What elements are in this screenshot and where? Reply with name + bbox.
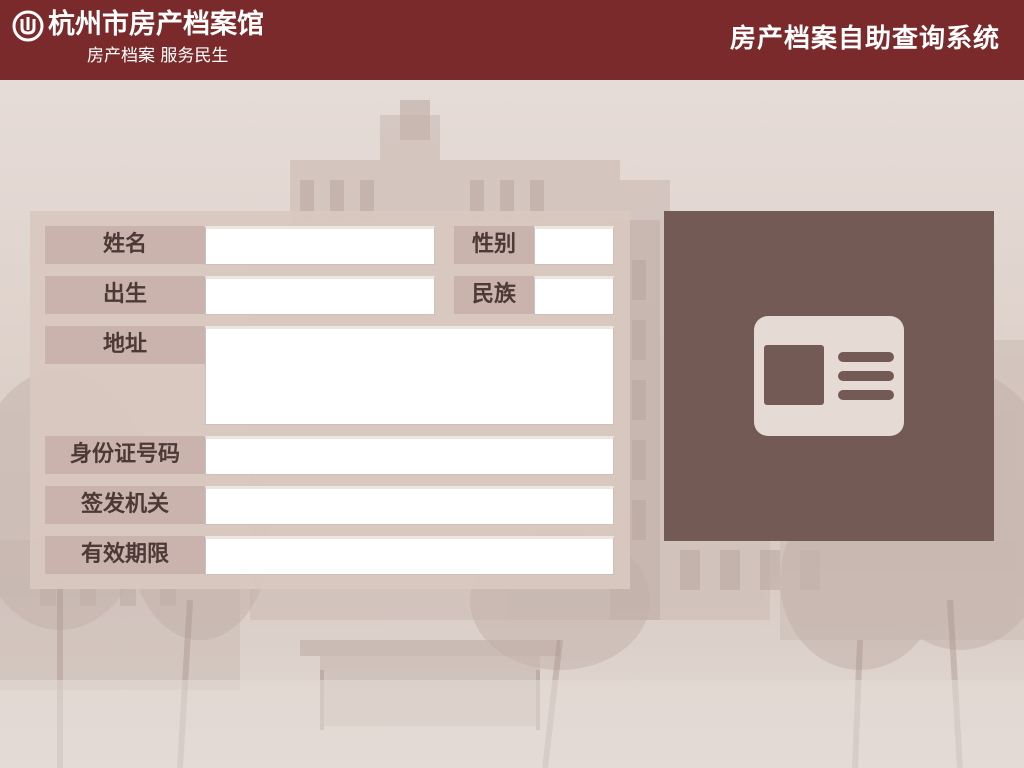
issuer-label: 签发机关 <box>45 486 205 524</box>
birth-field[interactable] <box>205 276 435 315</box>
validity-field[interactable] <box>205 536 614 575</box>
id-number-field[interactable] <box>205 436 614 475</box>
header-bar: 杭州市房产档案馆 房产档案 服务民生 房产档案自助查询系统 <box>0 0 1024 80</box>
archive-slogan: 房产档案 服务民生 <box>87 46 229 66</box>
birth-label: 出生 <box>45 276 205 314</box>
id-number-label: 身份证号码 <box>45 436 205 474</box>
id-card-reader-panel[interactable] <box>664 211 994 541</box>
issuer-field[interactable] <box>205 486 614 525</box>
archive-name: 杭州市房产档案馆 <box>48 9 264 40</box>
validity-label: 有效期限 <box>45 536 205 574</box>
name-field[interactable] <box>205 226 435 265</box>
id-info-form-panel: 姓名 性别 出生 民族 地址 身份证号码 签发机关 有效期限 <box>30 211 630 589</box>
gender-field[interactable] <box>534 226 614 265</box>
address-field[interactable] <box>205 326 614 425</box>
id-card-icon <box>754 316 904 436</box>
archive-logo-icon <box>12 10 44 42</box>
address-label: 地址 <box>45 326 205 364</box>
ethnicity-label: 民族 <box>454 276 534 314</box>
system-title: 房产档案自助查询系统 <box>729 24 1000 54</box>
gender-label: 性别 <box>454 226 534 264</box>
name-label: 姓名 <box>45 226 205 264</box>
ethnicity-field[interactable] <box>534 276 614 315</box>
